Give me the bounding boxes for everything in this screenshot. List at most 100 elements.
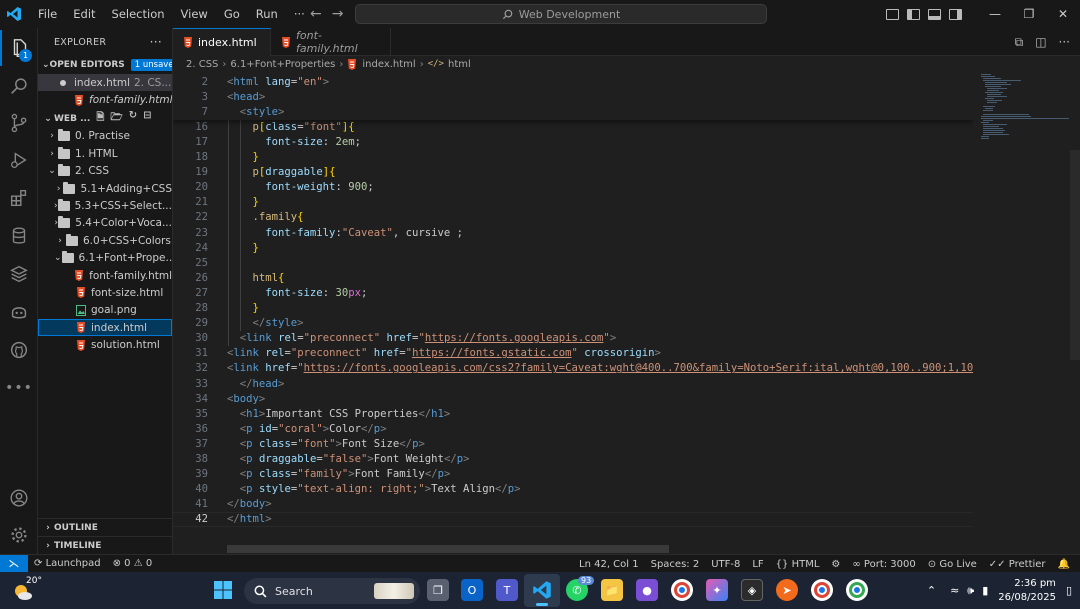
layers-icon[interactable]	[0, 256, 38, 292]
open-preview-icon[interactable]: ⧉	[1015, 35, 1024, 50]
explorer-icon[interactable]: 1	[0, 30, 38, 66]
database-icon[interactable]	[0, 218, 38, 254]
go-live-button[interactable]: ⊙ Go Live	[922, 559, 983, 570]
new-folder-icon[interactable]: 🗁	[110, 110, 122, 127]
chrome-profile-2-icon[interactable]	[846, 579, 868, 601]
code-line[interactable]: 20 font-weight: 900;	[173, 180, 973, 195]
code-line[interactable]: 7 <style>	[173, 104, 973, 119]
open-editor-item[interactable]: font-family.html...	[38, 91, 172, 108]
search-icon[interactable]	[0, 68, 38, 104]
code-line[interactable]: 25	[173, 255, 973, 270]
editor-more-icon[interactable]: ···	[1059, 35, 1070, 49]
forward-arrow-icon[interactable]: →	[332, 6, 344, 22]
tree-folder[interactable]: › 5.1+Adding+CSS	[38, 180, 172, 197]
toggle-secondary-sidebar-icon[interactable]	[949, 8, 962, 20]
copilot-app-icon[interactable]: ✦	[706, 579, 728, 601]
close-icon[interactable]: ✕	[1046, 7, 1080, 21]
customize-layout-icon[interactable]	[886, 8, 899, 20]
menu-more[interactable]: ···	[286, 0, 313, 28]
code-line[interactable]: 31 <link rel="preconnect" href="https://f…	[173, 346, 973, 361]
tree-folder[interactable]: ⌄ 6.1+Font+Prope...	[38, 250, 172, 267]
code-line[interactable]: 21 }	[173, 195, 973, 210]
menu-selection[interactable]: Selection	[104, 0, 173, 28]
code-line[interactable]: 17 font-size: 2em;	[173, 134, 973, 149]
menu-file[interactable]: File	[30, 0, 65, 28]
menu-go[interactable]: Go	[216, 0, 248, 28]
taskbar-search[interactable]: Search	[244, 578, 420, 604]
postman-icon[interactable]: ➤	[776, 579, 798, 601]
chrome-icon[interactable]	[671, 579, 693, 601]
run-debug-icon[interactable]	[0, 142, 38, 178]
toggle-panel-icon[interactable]	[928, 8, 941, 20]
clock[interactable]: 2:36 pm 26/08/2025	[998, 577, 1056, 605]
tree-file[interactable]: index.html	[38, 319, 172, 337]
notification-center-icon[interactable]: ▯	[1066, 584, 1072, 597]
code-line[interactable]: 26 html{	[173, 270, 973, 285]
tree-folder[interactable]: › 5.3+CSS+Select...	[38, 197, 172, 214]
code-line[interactable]: 29 </style>	[173, 316, 973, 331]
menu-edit[interactable]: Edit	[65, 0, 103, 28]
code-line[interactable]: 24 }	[173, 240, 973, 255]
open-editors-header[interactable]: ⌄ OPEN EDITORS 1 unsaved	[38, 56, 172, 74]
new-file-icon[interactable]: 🗎	[96, 110, 104, 127]
code-line[interactable]: 33 </head>	[173, 376, 973, 391]
tree-file[interactable]: font-family.html	[38, 267, 172, 284]
toggle-primary-sidebar-icon[interactable]	[907, 8, 920, 20]
menu-run[interactable]: Run	[248, 0, 286, 28]
cursor-position[interactable]: Ln 42, Col 1	[573, 559, 645, 570]
outline-section[interactable]: › OUTLINE	[38, 518, 172, 537]
windows-start-icon[interactable]	[212, 579, 234, 601]
workspace-header[interactable]: ⌄ WEB ... 🗎 🗁 ↻ ⊟	[38, 110, 172, 128]
more-icon[interactable]: •••	[0, 370, 38, 406]
teams-icon[interactable]: T	[496, 579, 518, 601]
chrome-profile-icon[interactable]	[811, 579, 833, 601]
code-line[interactable]: 27 font-size: 30px;	[173, 285, 973, 300]
split-editor-icon[interactable]: ◫	[1035, 35, 1046, 49]
volume-icon[interactable]: 🕪	[967, 584, 974, 598]
minimize-icon[interactable]: —	[978, 7, 1012, 21]
scrollbar-thumb[interactable]	[1070, 150, 1080, 360]
refresh-icon[interactable]: ↻	[129, 110, 137, 127]
timeline-section[interactable]: › TIMELINE	[38, 536, 172, 554]
code-line[interactable]: 41 </body>	[173, 497, 973, 512]
tree-file[interactable]: solution.html	[38, 336, 172, 353]
app-icon[interactable]: ●	[636, 579, 658, 601]
tree-file[interactable]: goal.png	[38, 302, 172, 319]
back-arrow-icon[interactable]: ←	[310, 6, 322, 22]
code-line[interactable]: 37 <p class="font">Font Size</p>	[173, 436, 973, 451]
github-icon[interactable]	[0, 332, 38, 368]
outlook-icon[interactable]: O	[461, 579, 483, 601]
file-explorer-icon[interactable]: 📁	[601, 579, 623, 601]
vscode-taskbar-icon[interactable]	[531, 579, 553, 601]
tree-folder[interactable]: › 5.4+Color+Voca...	[38, 215, 172, 232]
code-line[interactable]: 36 <p id="coral">Color</p>	[173, 421, 973, 436]
language-mode[interactable]: {} HTML	[770, 559, 826, 570]
breadcrumb-item[interactable]: 2. CSS	[186, 59, 218, 70]
settings-gear-icon[interactable]	[0, 517, 38, 553]
code-line[interactable]: 23 font-family:"Caveat", cursive ;	[173, 225, 973, 240]
port-status[interactable]: ∞ Port: 3000	[846, 559, 921, 570]
code-line[interactable]: 28 }	[173, 301, 973, 316]
code-line[interactable]: 40 <p style="text-align: right;">Text Al…	[173, 482, 973, 497]
explorer-more-icon[interactable]: ···	[150, 35, 162, 49]
copilot-status-icon[interactable]: ⚙	[825, 559, 846, 570]
source-control-icon[interactable]	[0, 105, 38, 141]
extensions-icon[interactable]	[0, 180, 38, 216]
code-line[interactable]: 3 <head>	[173, 89, 973, 104]
copilot-icon[interactable]	[0, 294, 38, 330]
breadcrumb-item[interactable]: index.html	[362, 59, 415, 70]
code-line[interactable]: 22 .family{	[173, 210, 973, 225]
open-editor-item[interactable]: index.html 2. CS...	[38, 74, 172, 92]
vertical-scrollbar[interactable]	[1070, 72, 1080, 542]
account-icon[interactable]	[0, 480, 38, 516]
breadcrumb-item[interactable]: html	[448, 59, 471, 70]
tree-folder[interactable]: › 1. HTML	[38, 145, 172, 162]
notifications-bell-icon[interactable]: 🔔	[1052, 559, 1076, 570]
code-line[interactable]: 19 p[draggable]{	[173, 165, 973, 180]
wifi-icon[interactable]: ≈	[950, 584, 959, 597]
code-line[interactable]: 30 <link rel="preconnect" href="https://…	[173, 331, 973, 346]
battery-icon[interactable]: ▮	[982, 584, 988, 597]
tree-file[interactable]: font-size.html	[38, 284, 172, 301]
prettier-status[interactable]: ✓✓ Prettier	[983, 559, 1052, 570]
breadcrumb-item[interactable]: 6.1+Font+Properties	[230, 59, 335, 70]
